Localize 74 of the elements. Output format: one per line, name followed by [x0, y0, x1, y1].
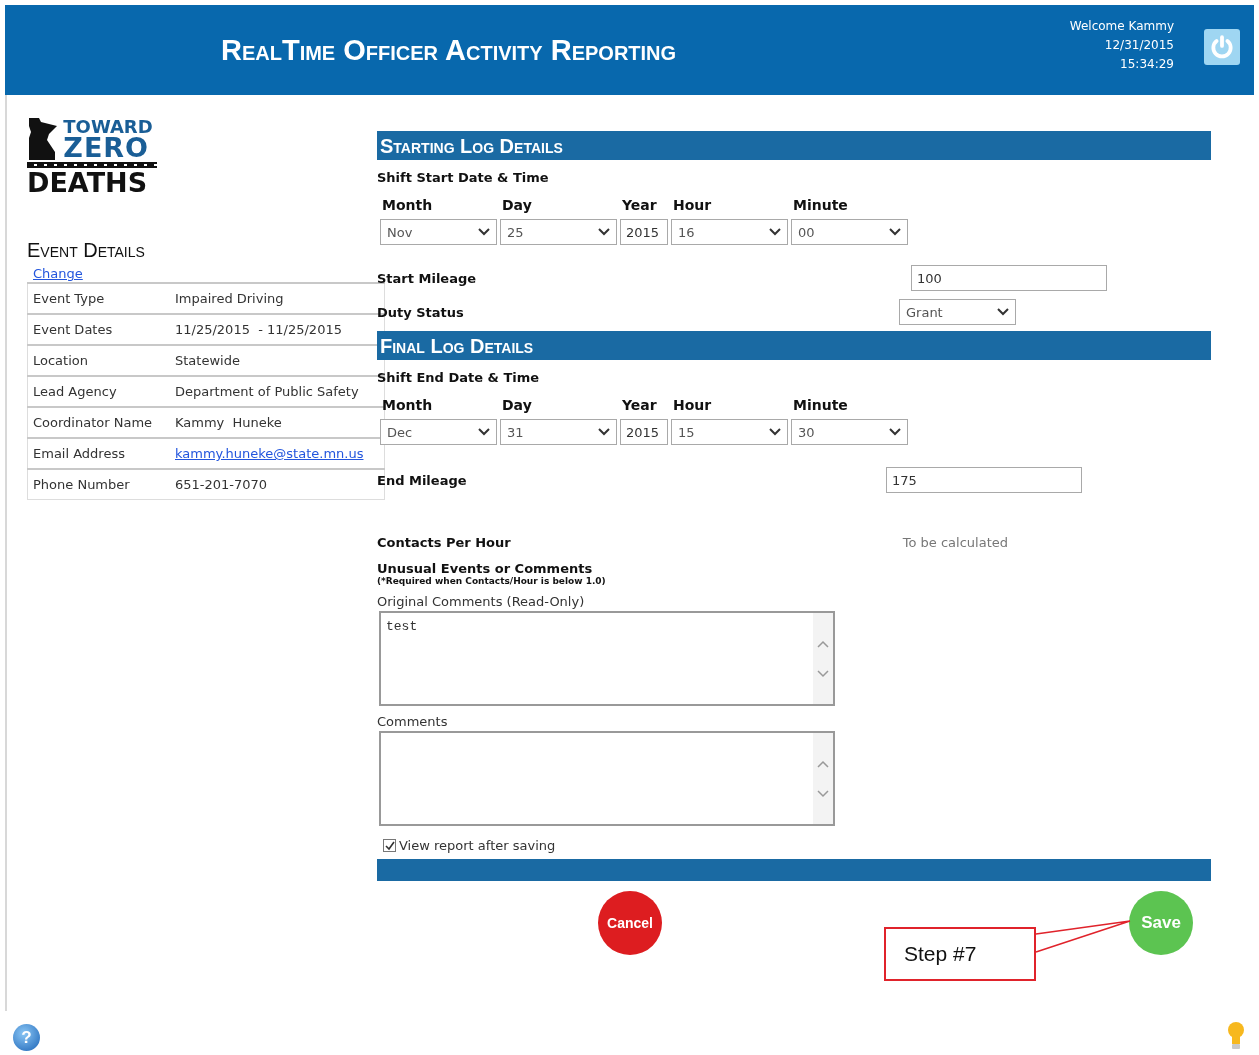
table-cell: Event Dates — [27, 314, 170, 345]
subheading: Shift Start Date & Time — [377, 170, 550, 185]
field-label: Hour — [673, 197, 713, 213]
field-label: Month — [382, 197, 434, 213]
field-label: Contacts Per Hour — [377, 535, 512, 550]
table-cell: Coordinator Name — [27, 407, 170, 438]
chevron-down-icon — [997, 308, 1009, 316]
date-text: 12/31/2015 — [1104, 38, 1174, 52]
email-link[interactable]: kammy.huneke@state.mn.us — [175, 446, 364, 461]
checkbox-label: View report after saving — [399, 838, 556, 853]
chevron-down-icon — [889, 428, 901, 436]
table-cell: Phone Number — [27, 469, 170, 500]
field-label: End Mileage — [377, 472, 468, 488]
scroll-down-icon[interactable] — [817, 789, 829, 798]
table-cell: Location — [27, 345, 170, 376]
section-header-bar: Starting Log Details — [377, 131, 1211, 160]
welcome-text: Welcome Kammy — [1069, 19, 1174, 33]
chevron-down-icon — [889, 228, 901, 236]
chevron-down-icon — [769, 228, 781, 236]
calculated-value: To be calculated — [902, 535, 1008, 550]
date-dropdown[interactable]: 00 — [791, 219, 908, 245]
lightbulb-icon[interactable] — [1226, 1021, 1246, 1051]
scroll-up-icon[interactable] — [817, 759, 829, 768]
cancel-button[interactable]: Cancel — [598, 891, 662, 955]
change-link[interactable]: Change — [33, 266, 83, 281]
scrollbar[interactable] — [813, 733, 833, 824]
chevron-down-icon — [598, 228, 610, 236]
date-dropdown[interactable]: Nov — [380, 219, 497, 245]
comments-textarea[interactable] — [379, 731, 835, 826]
step-callout: Step #7 — [884, 927, 1036, 981]
required-note: (*Required when Contacts/Hour is below 1.0) — [377, 576, 607, 586]
field-label: Year — [622, 197, 658, 213]
scroll-up-icon[interactable] — [817, 639, 829, 648]
field-label: Year — [622, 397, 658, 413]
date-dropdown[interactable]: 25 — [500, 219, 617, 245]
time-text: 15:34:29 — [1120, 57, 1174, 71]
year-field[interactable]: 2015 — [620, 419, 668, 445]
checkbox[interactable] — [383, 839, 396, 852]
date-dropdown[interactable]: 31 — [500, 419, 617, 445]
logo-text: DEATHS — [27, 169, 149, 197]
state-shape-icon — [27, 118, 57, 160]
chevron-down-icon — [598, 428, 610, 436]
table-cell: Event Type — [27, 283, 170, 314]
comments-textarea[interactable]: test — [379, 611, 835, 706]
table-cell: Lead Agency — [27, 376, 170, 407]
field-label: Comments — [377, 714, 449, 729]
power-button[interactable] — [1204, 29, 1240, 65]
chevron-down-icon — [478, 428, 490, 436]
app-title: RealTime Officer Activity Reporting — [221, 33, 678, 67]
field-label: Minute — [793, 397, 849, 413]
section-heading: Event Details — [27, 239, 146, 262]
date-dropdown[interactable]: 30 — [791, 419, 908, 445]
chevron-down-icon — [478, 228, 490, 236]
field-label: Day — [502, 197, 533, 213]
year-field[interactable]: 2015 — [620, 219, 668, 245]
scroll-down-icon[interactable] — [817, 669, 829, 678]
duty-status-dropdown[interactable]: Grant — [899, 299, 1016, 325]
field-label: Unusual Events or Comments — [377, 561, 594, 576]
date-dropdown[interactable]: 16 — [671, 219, 788, 245]
field-label: Month — [382, 397, 434, 413]
logo-text: ZERO — [63, 136, 150, 160]
field-label: Day — [502, 397, 533, 413]
field-label: Minute — [793, 197, 849, 213]
logo-text: TOWARD — [63, 118, 154, 136]
mileage-field[interactable]: 100 — [911, 265, 1107, 291]
field-label: Start Mileage — [377, 270, 478, 286]
mileage-field[interactable]: 175 — [886, 467, 1082, 493]
date-dropdown[interactable]: Dec — [380, 419, 497, 445]
date-dropdown[interactable]: 15 — [671, 419, 788, 445]
chevron-down-icon — [769, 428, 781, 436]
field-label: Hour — [673, 397, 713, 413]
scrollbar[interactable] — [813, 613, 833, 704]
field-label: Original Comments (Read-Only) — [377, 594, 586, 609]
table-cell: Email Address — [27, 438, 170, 469]
